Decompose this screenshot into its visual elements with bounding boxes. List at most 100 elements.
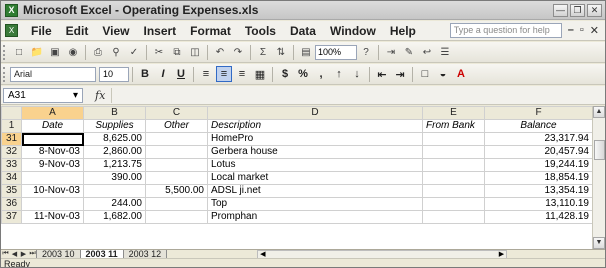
vertical-scroll-thumb[interactable] — [594, 140, 605, 160]
menu-insert[interactable]: Insert — [136, 24, 183, 38]
align-center-icon[interactable]: ≡ — [216, 66, 232, 82]
vertical-scrollbar[interactable]: ▲ ▼ — [592, 106, 605, 249]
spelling-icon[interactable]: ✓ — [126, 44, 142, 60]
cell[interactable] — [145, 132, 208, 146]
cell[interactable] — [422, 132, 485, 146]
help-icon[interactable]: ? — [358, 44, 374, 60]
redo-icon[interactable]: ↷ — [230, 44, 246, 60]
name-box[interactable]: A31 ▾ — [3, 87, 83, 103]
cell[interactable]: Local market — [207, 171, 423, 185]
currency-button[interactable]: $ — [277, 66, 293, 82]
fill-color-icon[interactable]: ◒ — [435, 66, 451, 82]
cell[interactable]: From Bank — [422, 119, 485, 133]
scroll-down-icon[interactable]: ▼ — [593, 237, 605, 249]
row-header[interactable]: 33 — [1, 158, 22, 172]
scroll-left-icon[interactable]: ◀ — [260, 250, 265, 258]
cell[interactable]: 1,213.75 — [83, 158, 146, 172]
column-header-b[interactable]: B — [83, 106, 146, 120]
row-header[interactable]: 37 — [1, 210, 22, 224]
row-header[interactable]: 36 — [1, 197, 22, 211]
cell[interactable] — [422, 171, 485, 185]
decrease-decimal-icon[interactable]: ↓ — [349, 66, 365, 82]
row-header[interactable]: 31 — [1, 132, 22, 146]
cell[interactable] — [145, 171, 208, 185]
cell[interactable]: 5,500.00 — [145, 184, 208, 198]
prev-sheet-icon[interactable]: ◀ — [10, 250, 19, 258]
track-changes-icon[interactable]: ✎ — [401, 44, 417, 60]
cell[interactable] — [422, 145, 485, 159]
cell[interactable]: Supplies — [83, 119, 146, 133]
underline-button[interactable]: U — [173, 66, 189, 82]
bold-button[interactable]: B — [137, 66, 153, 82]
zoom-select[interactable]: 100% — [315, 44, 357, 60]
increase-decimal-icon[interactable]: ↑ — [331, 66, 347, 82]
print-preview-icon[interactable]: ⚲ — [108, 44, 124, 60]
cell[interactable] — [145, 197, 208, 211]
cell[interactable]: 390.00 — [83, 171, 146, 185]
permission-icon[interactable]: ◉ — [65, 44, 81, 60]
cell[interactable] — [422, 184, 485, 198]
percent-button[interactable]: % — [295, 66, 311, 82]
workbook-minimize-button[interactable]: – — [568, 24, 574, 37]
review-icon[interactable]: ☰ — [437, 44, 453, 60]
merge-center-icon[interactable]: ▦ — [252, 66, 268, 82]
cell[interactable]: 13,354.19 — [484, 184, 592, 198]
comma-button[interactable]: , — [313, 66, 329, 82]
cell[interactable]: Balance — [484, 119, 592, 133]
reply-changes-icon[interactable]: ↩ — [419, 44, 435, 60]
workbook-close-button[interactable]: ✕ — [590, 24, 599, 37]
toolbar-grip[interactable] — [3, 66, 7, 82]
chevron-down-icon[interactable]: ▾ — [73, 90, 78, 101]
align-right-icon[interactable]: ≡ — [234, 66, 250, 82]
cell[interactable] — [21, 171, 84, 185]
borders-icon[interactable]: □ — [417, 66, 433, 82]
menu-format[interactable]: Format — [183, 24, 238, 38]
cell[interactable]: 11,428.19 — [484, 210, 592, 224]
cut-icon[interactable]: ✂ — [151, 44, 167, 60]
chart-wizard-icon[interactable]: ▤ — [298, 44, 314, 60]
cell[interactable]: Lotus — [207, 158, 423, 172]
row-header[interactable]: 32 — [1, 145, 22, 159]
menu-window[interactable]: Window — [323, 24, 383, 38]
menu-tools[interactable]: Tools — [238, 24, 283, 38]
cell[interactable]: 9-Nov-03 — [21, 158, 84, 172]
menu-view[interactable]: View — [95, 24, 136, 38]
cell[interactable] — [145, 145, 208, 159]
row-header[interactable]: 34 — [1, 171, 22, 185]
increase-indent-icon[interactable]: ⇥ — [392, 66, 408, 82]
copy-icon[interactable]: ⧉ — [169, 44, 185, 60]
cell[interactable]: 8,625.00 — [83, 132, 146, 146]
menu-data[interactable]: Data — [283, 24, 323, 38]
cell[interactable]: ADSL ji.net — [207, 184, 423, 198]
workbook-restore-button[interactable]: ▫ — [580, 24, 584, 37]
cell[interactable]: 8-Nov-03 — [21, 145, 84, 159]
font-size-select[interactable]: 10 — [99, 66, 129, 82]
column-header-d[interactable]: D — [207, 106, 423, 120]
column-header-e[interactable]: E — [422, 106, 485, 120]
next-sheet-icon[interactable]: ▶ — [19, 250, 28, 258]
cell[interactable] — [21, 132, 84, 146]
cell[interactable]: 11-Nov-03 — [21, 210, 84, 224]
decrease-indent-icon[interactable]: ⇤ — [374, 66, 390, 82]
cell[interactable] — [21, 197, 84, 211]
cell[interactable]: 244.00 — [83, 197, 146, 211]
cell[interactable] — [145, 210, 208, 224]
cell[interactable]: Date — [21, 119, 84, 133]
cell[interactable]: 18,854.19 — [484, 171, 592, 185]
font-name-select[interactable]: Arial — [10, 66, 96, 82]
cell[interactable] — [422, 158, 485, 172]
cell[interactable]: 19,244.19 — [484, 158, 592, 172]
cell[interactable]: 20,457.94 — [484, 145, 592, 159]
cell[interactable] — [422, 197, 485, 211]
font-color-icon[interactable]: A — [453, 66, 469, 82]
first-sheet-icon[interactable]: ⏮ — [1, 250, 10, 258]
cell[interactable]: Promphan — [207, 210, 423, 224]
save-icon[interactable]: ▣ — [47, 44, 63, 60]
menu-edit[interactable]: Edit — [59, 24, 96, 38]
scroll-right-icon[interactable]: ▶ — [499, 250, 504, 258]
toolbar-grip[interactable] — [3, 44, 7, 60]
close-button[interactable]: ✕ — [587, 3, 602, 17]
menu-file[interactable]: File — [24, 24, 59, 38]
column-header-a[interactable]: A — [21, 106, 84, 120]
restore-button[interactable]: ❐ — [570, 3, 585, 17]
